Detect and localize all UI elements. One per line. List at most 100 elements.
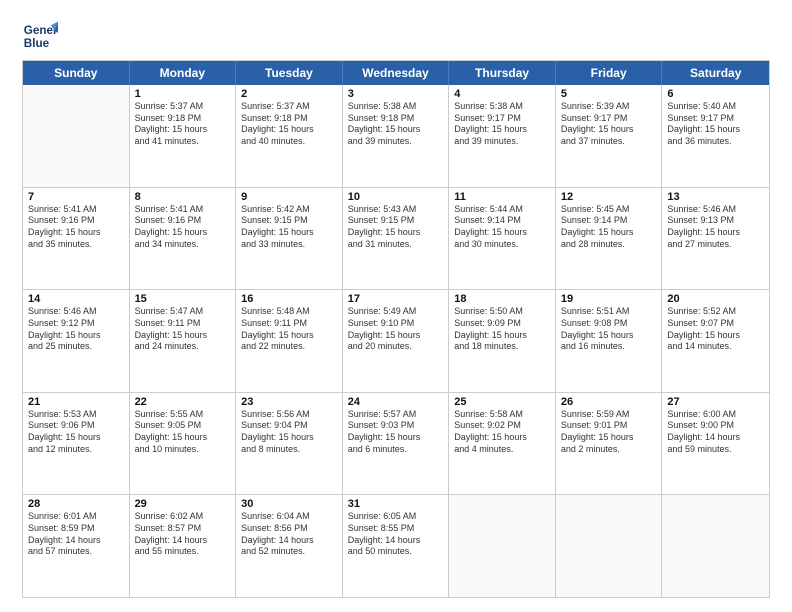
cell-info-line: and 14 minutes. <box>667 341 764 353</box>
calendar-cell-22: 22Sunrise: 5:55 AMSunset: 9:05 PMDayligh… <box>130 393 237 495</box>
cell-info-line: Sunrise: 5:56 AM <box>241 409 337 421</box>
cell-info-line: and 6 minutes. <box>348 444 444 456</box>
cell-info-line: and 22 minutes. <box>241 341 337 353</box>
header-day-wednesday: Wednesday <box>343 61 450 85</box>
cell-info-line: Sunset: 9:10 PM <box>348 318 444 330</box>
cell-info-line: Daylight: 15 hours <box>135 432 231 444</box>
cell-info-line: Daylight: 15 hours <box>28 330 124 342</box>
day-number: 17 <box>348 293 444 305</box>
day-number: 29 <box>135 498 231 510</box>
cell-info-line: Daylight: 15 hours <box>241 330 337 342</box>
cell-info-line: Sunset: 9:04 PM <box>241 420 337 432</box>
calendar-cell-29: 29Sunrise: 6:02 AMSunset: 8:57 PMDayligh… <box>130 495 237 597</box>
cell-info-line: Daylight: 15 hours <box>561 432 657 444</box>
page-header: General Blue <box>22 18 770 54</box>
cell-info-line: Sunset: 9:17 PM <box>561 113 657 125</box>
cell-info-line: Sunset: 8:57 PM <box>135 523 231 535</box>
cell-info-line: Sunrise: 6:01 AM <box>28 511 124 523</box>
cell-info-line: Sunset: 9:13 PM <box>667 215 764 227</box>
cell-info-line: Sunrise: 5:42 AM <box>241 204 337 216</box>
cell-info-line: Sunrise: 5:58 AM <box>454 409 550 421</box>
cell-info-line: and 20 minutes. <box>348 341 444 353</box>
cell-info-line: Sunset: 9:06 PM <box>28 420 124 432</box>
calendar-cell-empty-w0-0 <box>23 85 130 187</box>
cell-info-line: Sunset: 9:05 PM <box>135 420 231 432</box>
day-number: 6 <box>667 88 764 100</box>
day-number: 22 <box>135 396 231 408</box>
calendar-cell-empty-w4-5 <box>556 495 663 597</box>
cell-info-line: and 59 minutes. <box>667 444 764 456</box>
calendar-cell-31: 31Sunrise: 6:05 AMSunset: 8:55 PMDayligh… <box>343 495 450 597</box>
cell-info-line: and 31 minutes. <box>348 239 444 251</box>
cell-info-line: Daylight: 15 hours <box>348 227 444 239</box>
cell-info-line: Sunset: 9:07 PM <box>667 318 764 330</box>
cell-info-line: Daylight: 15 hours <box>135 124 231 136</box>
cell-info-line: Daylight: 15 hours <box>454 124 550 136</box>
calendar-cell-3: 3Sunrise: 5:38 AMSunset: 9:18 PMDaylight… <box>343 85 450 187</box>
cell-info-line: Sunrise: 5:41 AM <box>135 204 231 216</box>
calendar-cell-12: 12Sunrise: 5:45 AMSunset: 9:14 PMDayligh… <box>556 188 663 290</box>
calendar-cell-17: 17Sunrise: 5:49 AMSunset: 9:10 PMDayligh… <box>343 290 450 392</box>
cell-info-line: and 4 minutes. <box>454 444 550 456</box>
day-number: 15 <box>135 293 231 305</box>
header-day-thursday: Thursday <box>449 61 556 85</box>
calendar-cell-30: 30Sunrise: 6:04 AMSunset: 8:56 PMDayligh… <box>236 495 343 597</box>
calendar-cell-4: 4Sunrise: 5:38 AMSunset: 9:17 PMDaylight… <box>449 85 556 187</box>
day-number: 18 <box>454 293 550 305</box>
cell-info-line: Sunrise: 5:50 AM <box>454 306 550 318</box>
calendar-cell-18: 18Sunrise: 5:50 AMSunset: 9:09 PMDayligh… <box>449 290 556 392</box>
day-number: 16 <box>241 293 337 305</box>
cell-info-line: Daylight: 15 hours <box>28 227 124 239</box>
cell-info-line: Daylight: 15 hours <box>348 124 444 136</box>
calendar-cell-7: 7Sunrise: 5:41 AMSunset: 9:16 PMDaylight… <box>23 188 130 290</box>
header-day-saturday: Saturday <box>662 61 769 85</box>
day-number: 10 <box>348 191 444 203</box>
calendar-row-1: 1Sunrise: 5:37 AMSunset: 9:18 PMDaylight… <box>23 85 769 188</box>
cell-info-line: and 33 minutes. <box>241 239 337 251</box>
cell-info-line: Sunset: 9:09 PM <box>454 318 550 330</box>
cell-info-line: Sunrise: 5:38 AM <box>348 101 444 113</box>
cell-info-line: Sunset: 9:01 PM <box>561 420 657 432</box>
cell-info-line: Sunset: 9:03 PM <box>348 420 444 432</box>
cell-info-line: Sunset: 9:11 PM <box>135 318 231 330</box>
cell-info-line: Sunset: 9:18 PM <box>135 113 231 125</box>
day-number: 7 <box>28 191 124 203</box>
day-number: 30 <box>241 498 337 510</box>
calendar-row-3: 14Sunrise: 5:46 AMSunset: 9:12 PMDayligh… <box>23 290 769 393</box>
calendar-cell-24: 24Sunrise: 5:57 AMSunset: 9:03 PMDayligh… <box>343 393 450 495</box>
logo-icon: General Blue <box>22 18 58 54</box>
day-number: 27 <box>667 396 764 408</box>
logo: General Blue <box>22 18 64 54</box>
cell-info-line: and 25 minutes. <box>28 341 124 353</box>
calendar-cell-8: 8Sunrise: 5:41 AMSunset: 9:16 PMDaylight… <box>130 188 237 290</box>
cell-info-line: Daylight: 14 hours <box>28 535 124 547</box>
calendar-cell-2: 2Sunrise: 5:37 AMSunset: 9:18 PMDaylight… <box>236 85 343 187</box>
day-number: 5 <box>561 88 657 100</box>
cell-info-line: and 16 minutes. <box>561 341 657 353</box>
calendar-cell-15: 15Sunrise: 5:47 AMSunset: 9:11 PMDayligh… <box>130 290 237 392</box>
day-number: 9 <box>241 191 337 203</box>
cell-info-line: and 28 minutes. <box>561 239 657 251</box>
cell-info-line: Sunset: 9:16 PM <box>135 215 231 227</box>
calendar-cell-10: 10Sunrise: 5:43 AMSunset: 9:15 PMDayligh… <box>343 188 450 290</box>
cell-info-line: and 40 minutes. <box>241 136 337 148</box>
cell-info-line: Sunset: 9:08 PM <box>561 318 657 330</box>
cell-info-line: Sunset: 8:59 PM <box>28 523 124 535</box>
day-number: 21 <box>28 396 124 408</box>
cell-info-line: Sunset: 9:14 PM <box>561 215 657 227</box>
cell-info-line: Sunrise: 5:40 AM <box>667 101 764 113</box>
day-number: 2 <box>241 88 337 100</box>
cell-info-line: and 52 minutes. <box>241 546 337 558</box>
day-number: 23 <box>241 396 337 408</box>
day-number: 3 <box>348 88 444 100</box>
calendar-cell-21: 21Sunrise: 5:53 AMSunset: 9:06 PMDayligh… <box>23 393 130 495</box>
header-day-tuesday: Tuesday <box>236 61 343 85</box>
cell-info-line: and 34 minutes. <box>135 239 231 251</box>
cell-info-line: Daylight: 15 hours <box>241 124 337 136</box>
cell-info-line: Sunset: 9:17 PM <box>454 113 550 125</box>
day-number: 1 <box>135 88 231 100</box>
cell-info-line: Daylight: 15 hours <box>241 432 337 444</box>
cell-info-line: Sunset: 9:18 PM <box>348 113 444 125</box>
calendar-cell-13: 13Sunrise: 5:46 AMSunset: 9:13 PMDayligh… <box>662 188 769 290</box>
cell-info-line: Daylight: 15 hours <box>561 124 657 136</box>
